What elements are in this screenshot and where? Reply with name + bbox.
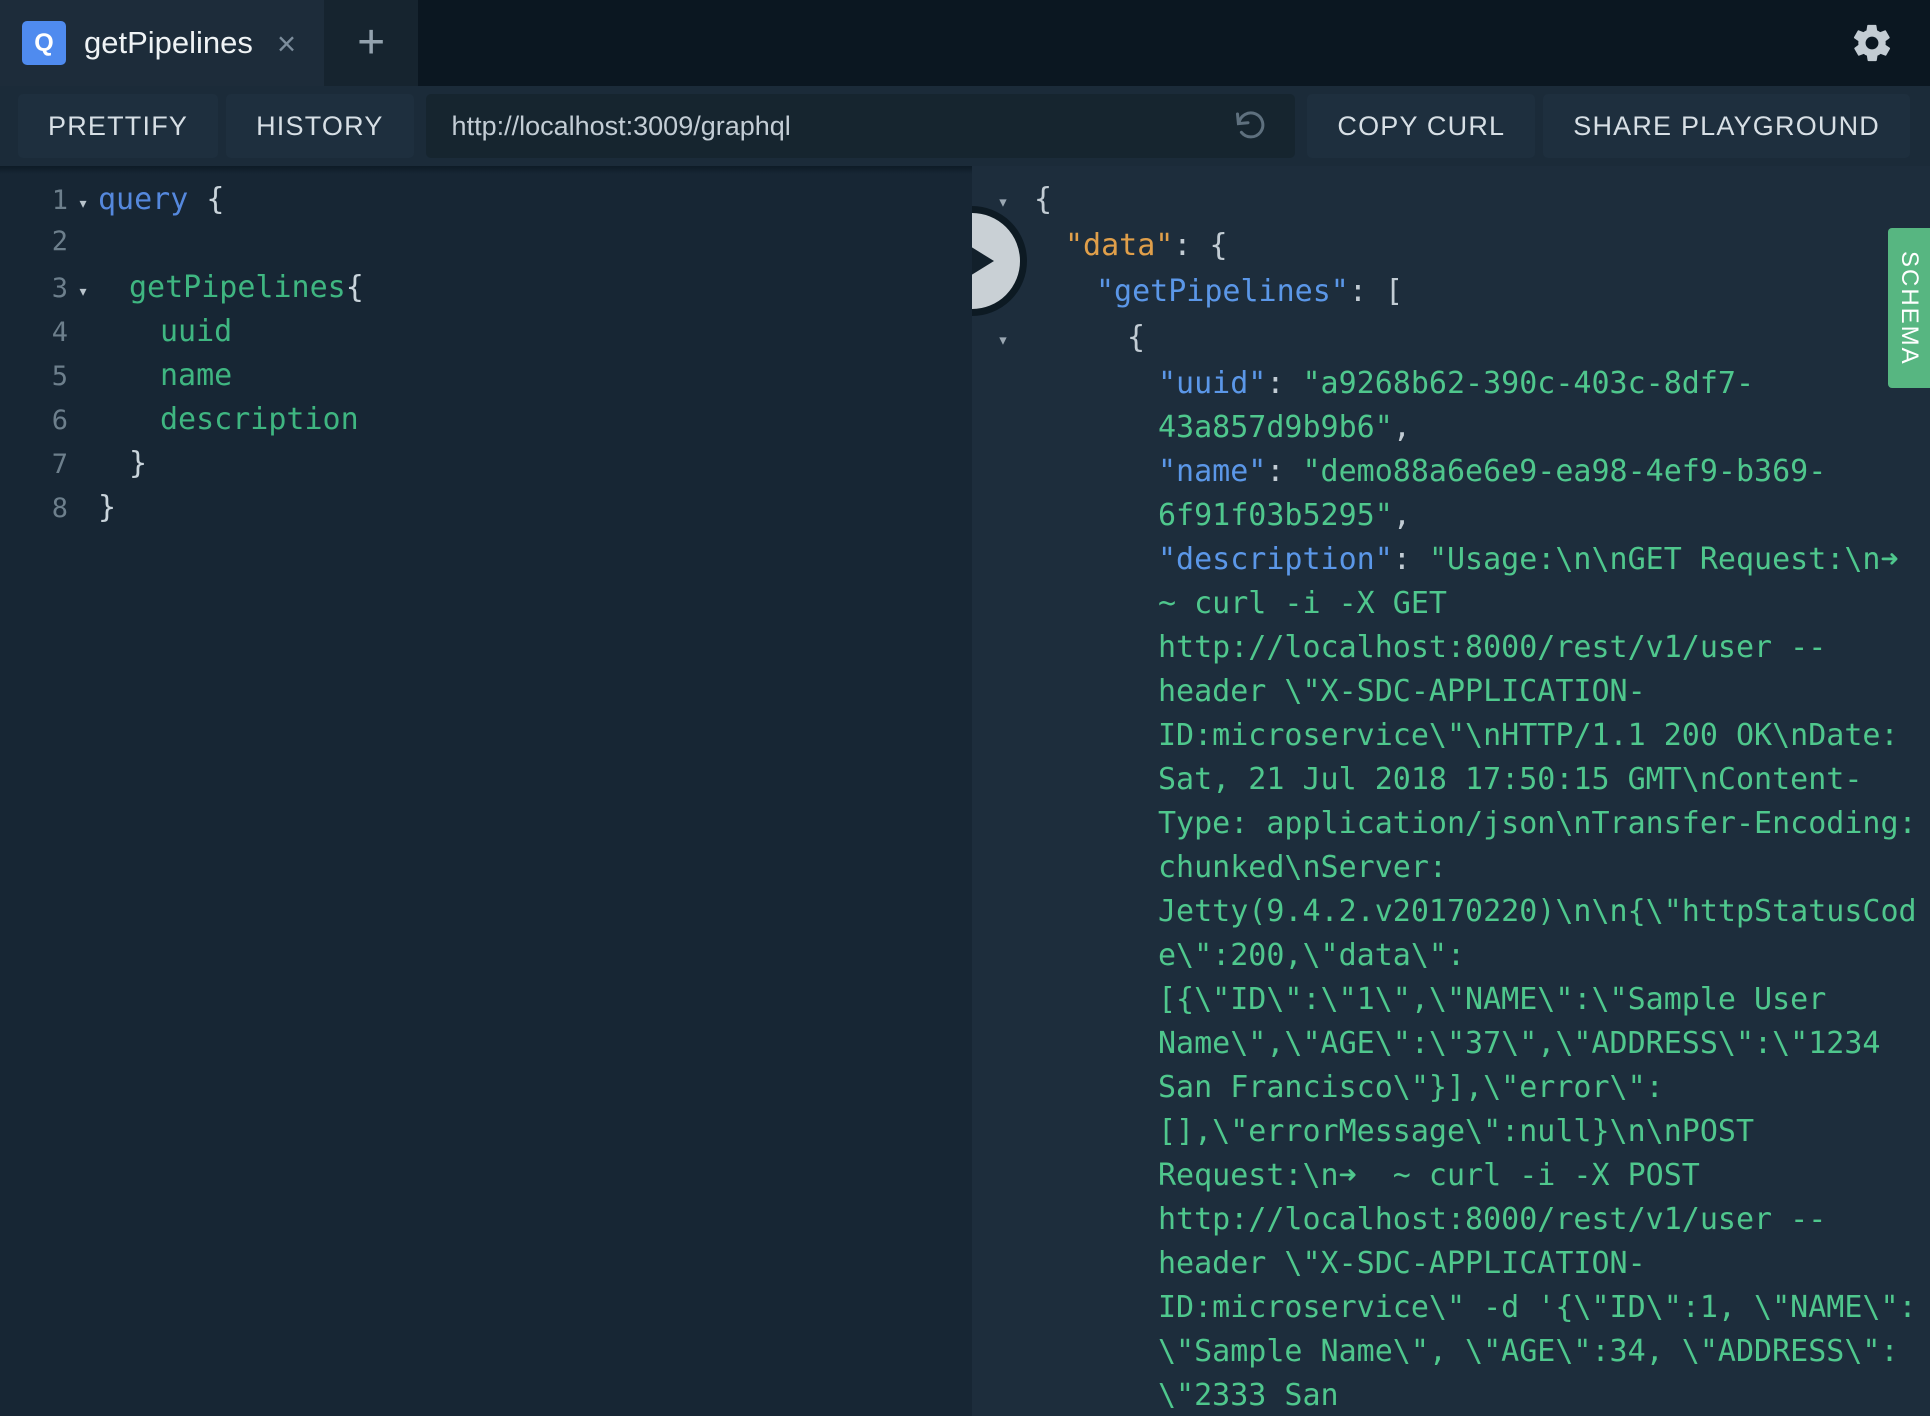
query-badge-icon: Q <box>22 21 66 65</box>
code-text: getPipelines{ <box>129 270 364 305</box>
fold-caret-icon[interactable]: ▾ <box>68 281 98 302</box>
line-number: 4 <box>51 317 68 348</box>
history-button[interactable]: HISTORY <box>226 94 414 158</box>
reload-icon[interactable] <box>1233 108 1269 144</box>
schema-tab-label: SCHEMA <box>1896 250 1923 366</box>
main-area: 1 ▾ query {2 3 ▾ getPipelines{4 uuid 5 name 6 desc… <box>0 166 1930 1416</box>
new-tab-button[interactable]: + <box>324 0 419 86</box>
query-editor[interactable]: 1 ▾ query {2 3 ▾ getPipelines{4 uuid 5 name 6 desc… <box>0 166 972 1416</box>
editor-line: 1 ▾ query { <box>0 182 972 226</box>
response-viewer[interactable]: ▾{▾"data": {▾"getPipelines": [▾{"uuid": … <box>972 166 1930 1416</box>
line-number: 3 <box>51 273 68 304</box>
tab-bar: Q getPipelines × + <box>0 0 1930 86</box>
url-value[interactable]: http://localhost:3009/graphql <box>452 111 1234 142</box>
editor-top-shadow <box>0 166 972 174</box>
copy-curl-button[interactable]: COPY CURL <box>1307 94 1536 158</box>
response-text: "getPipelines": [ <box>1096 274 1404 309</box>
response-line: "uuid": "a9268b62-390c-403c-8df7-43a857d… <box>972 362 1930 450</box>
response-text: "description": "Usage:\n\nGET Request:\n… <box>1158 542 1917 1413</box>
editor-lines: 1 ▾ query {2 3 ▾ getPipelines{4 uuid 5 name 6 desc… <box>0 182 972 534</box>
editor-line: 4 uuid <box>0 314 972 358</box>
fold-caret-icon[interactable]: ▾ <box>68 193 98 214</box>
line-number: 1 <box>51 185 68 216</box>
gear-icon[interactable] <box>1850 21 1894 65</box>
close-icon[interactable]: × <box>277 27 296 60</box>
response-line: "description": "Usage:\n\nGET Request:\n… <box>972 538 1930 1416</box>
editor-line: 3 ▾ getPipelines{ <box>0 270 972 314</box>
response-text: "data": { <box>1065 228 1228 263</box>
toolbar: PRETTIFY HISTORY http://localhost:3009/g… <box>0 86 1930 166</box>
response-line: ▾"getPipelines": [ <box>972 270 1930 316</box>
editor-line: 7} <box>0 446 972 490</box>
code-text: description <box>160 402 359 437</box>
code-text: query { <box>98 182 225 217</box>
tab-title: getPipelines <box>84 25 253 60</box>
response-text: "name": "demo88a6e6e9-ea98-4ef9-b369-6f9… <box>1158 454 1827 533</box>
response-line: ▾{ <box>972 316 1930 362</box>
line-number: 6 <box>51 405 68 436</box>
response-line: "name": "demo88a6e6e9-ea98-4ef9-b369-6f9… <box>972 450 1930 538</box>
editor-line: 5 name <box>0 358 972 402</box>
code-text: } <box>129 446 148 481</box>
play-icon <box>972 240 994 282</box>
url-input[interactable]: http://localhost:3009/graphql <box>425 94 1296 158</box>
line-number: 8 <box>51 493 68 524</box>
fold-caret-icon[interactable]: ▾ <box>972 316 1034 362</box>
line-number: 5 <box>51 361 68 392</box>
response-text: { <box>1034 182 1053 217</box>
response-text: { <box>1127 320 1146 355</box>
code-text: name <box>160 358 233 393</box>
share-playground-button[interactable]: SHARE PLAYGROUND <box>1543 94 1910 158</box>
code-text: } <box>98 490 117 525</box>
editor-line: 2 <box>0 226 972 270</box>
response-lines: ▾{▾"data": {▾"getPipelines": [▾{"uuid": … <box>972 178 1930 1416</box>
prettify-button[interactable]: PRETTIFY <box>18 94 219 158</box>
response-line: ▾{ <box>972 178 1930 224</box>
response-text: "uuid": "a9268b62-390c-403c-8df7-43a857d… <box>1158 366 1755 445</box>
tab-getpipelines[interactable]: Q getPipelines × <box>0 0 325 86</box>
code-text: uuid <box>160 314 233 349</box>
editor-line: 6 description <box>0 402 972 446</box>
editor-line: 8} <box>0 490 972 534</box>
schema-tab[interactable]: SCHEMA <box>1888 228 1930 388</box>
line-number: 2 <box>51 226 68 257</box>
line-number: 7 <box>51 449 68 480</box>
response-line: ▾"data": { <box>972 224 1930 270</box>
